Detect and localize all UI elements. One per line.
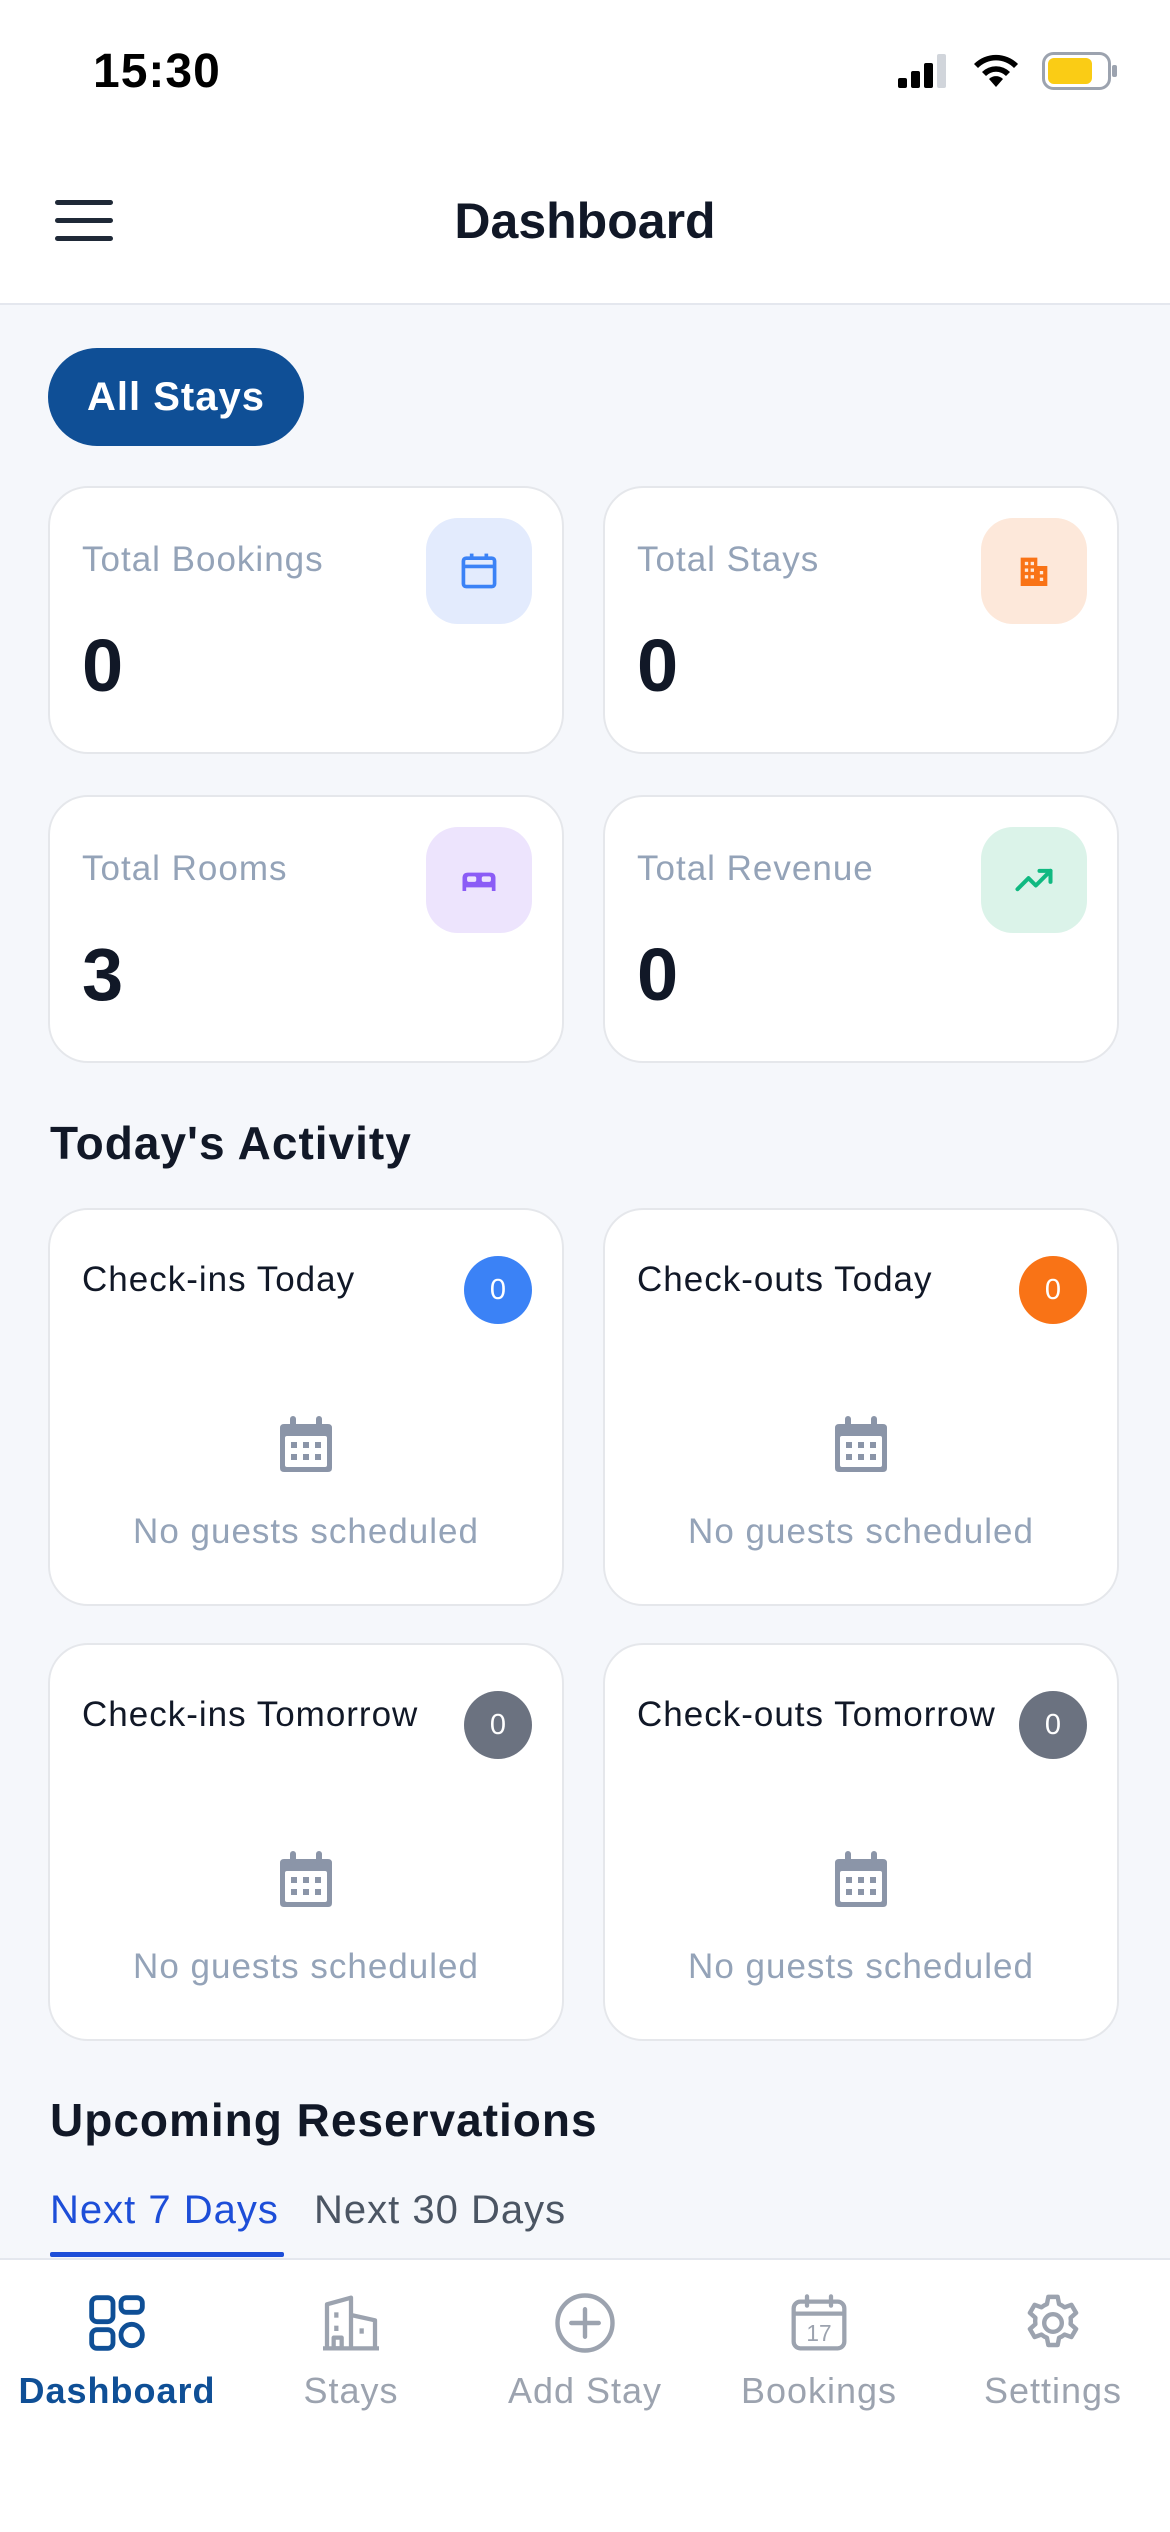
wifi-icon — [974, 54, 1018, 87]
stat-value: 0 — [637, 933, 679, 1016]
nav-label: Dashboard — [18, 2370, 216, 2411]
calendar-icon — [50, 1414, 562, 1474]
checkouts-tomorrow-card[interactable]: Check-outs Tomorrow 0 No guests schedule… — [603, 1643, 1119, 2041]
nav-label: Settings — [983, 2370, 1123, 2411]
calendar-icon — [50, 1849, 562, 1909]
all-stays-filter-button[interactable]: All Stays — [48, 348, 304, 446]
upcoming-reservations-heading: Upcoming Reservations — [50, 2094, 598, 2146]
calendar-day-number: 17 — [806, 2320, 831, 2346]
bed-icon — [426, 827, 532, 933]
stat-card-total-bookings[interactable]: Total Bookings 0 — [48, 486, 564, 754]
calendar-icon — [605, 1849, 1117, 1909]
app-header: Dashboard — [0, 150, 1170, 305]
todays-activity-heading: Today's Activity — [50, 1117, 412, 1169]
count-badge: 0 — [1019, 1256, 1087, 1324]
building-icon — [316, 2288, 386, 2358]
bottom-nav: Dashboard Stays Add Stay 17 Bookings Set… — [0, 2258, 1170, 2532]
nav-bookings[interactable]: 17 Bookings — [702, 2288, 936, 2438]
calendar-icon — [426, 518, 532, 624]
card-title: Check-ins Tomorrow — [82, 1695, 419, 1734]
checkins-today-card[interactable]: Check-ins Today 0 No guests scheduled — [48, 1208, 564, 1606]
empty-state-text: No guests scheduled — [688, 1947, 1034, 1986]
checkins-tomorrow-card[interactable]: Check-ins Tomorrow 0 No guests scheduled — [48, 1643, 564, 2041]
status-time: 15:30 — [93, 45, 221, 98]
stat-label: Total Bookings — [82, 540, 324, 579]
card-title: Check-ins Today — [82, 1260, 356, 1299]
nav-label: Stays — [303, 2370, 399, 2411]
stat-value: 3 — [82, 933, 124, 1016]
nav-label: Bookings — [740, 2370, 898, 2411]
stat-card-total-rooms[interactable]: Total Rooms 3 — [48, 795, 564, 1063]
card-title: Check-outs Tomorrow — [637, 1695, 996, 1734]
battery-icon — [1042, 52, 1117, 90]
gear-icon — [1018, 2288, 1088, 2358]
count-badge: 0 — [1019, 1691, 1087, 1759]
stat-label: Total Stays — [637, 540, 820, 579]
nav-settings[interactable]: Settings — [936, 2288, 1170, 2438]
nav-dashboard[interactable]: Dashboard — [0, 2288, 234, 2438]
page-title: Dashboard — [454, 193, 716, 249]
stat-label: Total Rooms — [82, 849, 288, 888]
active-tab-indicator — [50, 2252, 284, 2257]
empty-state-text: No guests scheduled — [133, 1512, 479, 1551]
count-badge: 0 — [464, 1691, 532, 1759]
nav-stays[interactable]: Stays — [234, 2288, 468, 2438]
empty-state-text: No guests scheduled — [133, 1947, 479, 1986]
stat-card-total-stays[interactable]: Total Stays 0 — [603, 486, 1119, 754]
status-icons — [898, 52, 1118, 90]
plus-circle-icon — [550, 2288, 620, 2358]
empty-state-text: No guests scheduled — [688, 1512, 1034, 1551]
tab-next-7-days[interactable]: Next 7 Days — [50, 2188, 279, 2233]
building-icon — [981, 518, 1087, 624]
cellular-signal-icon — [898, 54, 946, 88]
tab-next-30-days[interactable]: Next 30 Days — [314, 2188, 566, 2233]
calendar-17-icon: 17 — [784, 2288, 854, 2358]
checkouts-today-card[interactable]: Check-outs Today 0 No guests scheduled — [603, 1208, 1119, 1606]
card-title: Check-outs Today — [637, 1260, 933, 1299]
stat-card-total-revenue[interactable]: Total Revenue 0 — [603, 795, 1119, 1063]
count-badge: 0 — [464, 1256, 532, 1324]
dashboard-icon — [82, 2288, 152, 2358]
status-bar: 15:30 — [0, 0, 1170, 150]
stat-label: Total Revenue — [637, 849, 874, 888]
calendar-icon — [605, 1414, 1117, 1474]
stat-value: 0 — [637, 624, 679, 707]
stat-value: 0 — [82, 624, 124, 707]
nav-add-stay[interactable]: Add Stay — [468, 2288, 702, 2438]
nav-label: Add Stay — [507, 2370, 663, 2411]
trending-up-icon — [981, 827, 1087, 933]
